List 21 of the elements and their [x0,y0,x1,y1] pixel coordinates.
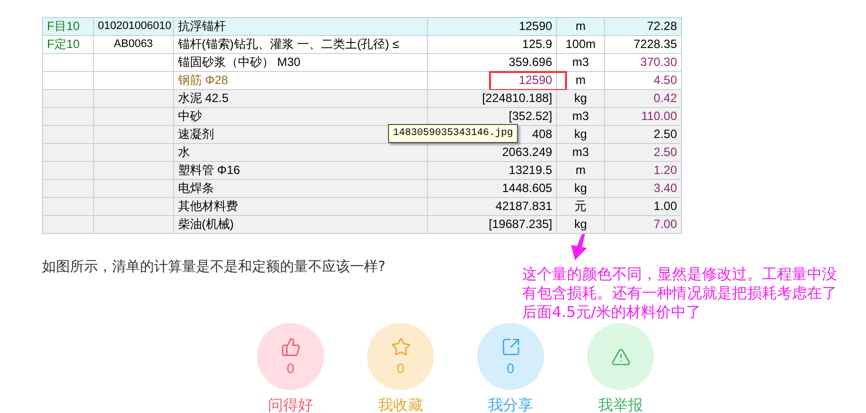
favorite-button[interactable]: 0 [367,323,434,390]
warning-icon [610,346,630,366]
action-label: 我分享 [488,397,533,413]
count-label: 0 [396,363,405,376]
count-label: 0 [506,363,515,376]
question-text: 如图所示，清单的计算量是不是和定额的量不应该一样? [42,258,386,277]
action-label: 我收藏 [378,397,423,413]
share-button[interactable]: 0 [477,323,544,390]
thumbs-up-icon [280,337,300,357]
action-label: 我举报 [598,397,643,413]
like-button[interactable]: 0 [257,323,324,390]
table-cell: [19687.235] [428,216,558,234]
star-icon [390,337,410,357]
table-cell: kg [557,216,606,234]
count-label: 0 [286,363,295,376]
table-cell: 柴油(机械) [174,216,428,234]
share-icon [500,337,520,357]
annotation-text: 这个量的颜色不同，显然是修改过。工程量中没有包含损耗。还有一种情况就是把损耗考虑在了后面4.5元/米的材料价中了 [522,265,838,322]
table-cell: 7.00 [605,216,682,234]
action-label: 问得好 [268,397,313,413]
tooltip: 1483059035343146.jpg [388,124,518,143]
